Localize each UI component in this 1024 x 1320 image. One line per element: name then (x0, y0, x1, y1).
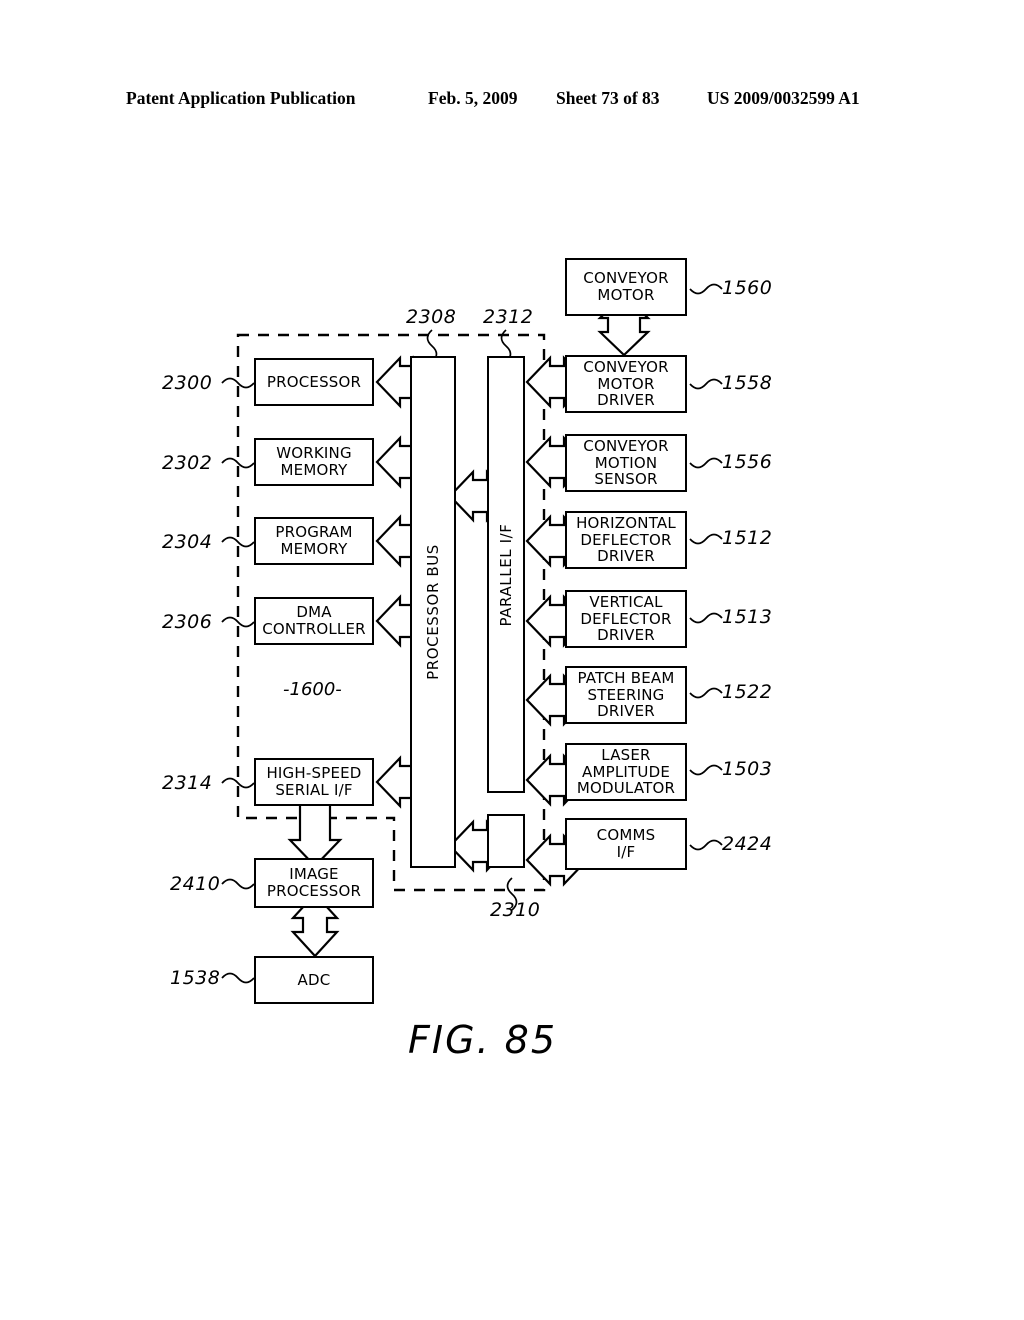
block-vertical-deflector-driver-line-1: DEFLECTOR (580, 609, 672, 628)
block-working-memory-line-1: MEMORY (280, 461, 348, 479)
block-patch-beam-steering-driver-line-2: DRIVER (597, 702, 655, 721)
leader-1558 (689, 378, 723, 390)
block-processor-bus-label: PROCESSOR BUS (424, 544, 442, 680)
block-conveyor-motor-driver-line-2: DRIVER (597, 391, 655, 410)
refnum-2306: 2306 (162, 611, 213, 633)
block-dma-controller-line-0: DMA (296, 603, 332, 622)
refnum-2302: 2302 (162, 452, 213, 474)
refnum-1512: 1512 (722, 527, 773, 549)
refnum-2300: 2300 (162, 372, 213, 394)
block-processor-bus[interactable]: PROCESSOR BUS (410, 356, 456, 868)
block-2310-interface[interactable] (487, 814, 525, 868)
block-program-memory-line-1: MEMORY (280, 540, 348, 558)
block-conveyor-motor-driver-line-1: MOTOR (597, 374, 655, 393)
refnum-2310: 2310 (490, 899, 541, 921)
block-comms-if-line-0: COMMS (596, 826, 656, 845)
block-laser-amplitude-modulator-line-2: MODULATOR (576, 779, 676, 798)
leader-1556 (689, 457, 723, 469)
block-dma-controller-line-1: CONTROLLER (262, 620, 366, 638)
block-adc[interactable]: ADC (254, 956, 374, 1004)
block-horizontal-deflector-driver-line-0: HORIZONTAL (576, 513, 676, 532)
refnum-1522: 1522 (722, 681, 773, 703)
leader-1522 (689, 687, 723, 699)
block-laser-amplitude-modulator-line-1: AMPLITUDE (582, 762, 670, 781)
block-comms-if[interactable]: COMMS I/F (565, 818, 687, 870)
block-conveyor-motor-line-0: CONVEYOR (583, 269, 669, 288)
block-vertical-deflector-driver-line-0: VERTICAL (589, 592, 663, 611)
block-vertical-deflector-driver-line-2: DRIVER (597, 626, 655, 645)
block-conveyor-motion-sensor-line-2: SENSOR (594, 470, 658, 489)
block-high-speed-serial-if-line-1: SERIAL I/F (275, 781, 353, 799)
block-patch-beam-steering-driver[interactable]: PATCH BEAM STEERING DRIVER (565, 666, 687, 724)
refnum-2424: 2424 (722, 833, 773, 855)
block-program-memory-line-0: PROGRAM (275, 523, 353, 542)
block-working-memory-line-0: WORKING (276, 444, 352, 463)
block-horizontal-deflector-driver-line-2: DRIVER (597, 547, 655, 566)
leader-1503 (689, 764, 723, 776)
leader-2304 (221, 536, 255, 548)
figure-85-diagram: .dash { fill:none; stroke:#000; stroke-w… (0, 0, 1024, 1320)
block-processor-line-0: PROCESSOR (266, 372, 362, 391)
block-conveyor-motion-sensor-line-1: MOTION (594, 453, 658, 472)
block-conveyor-motor[interactable]: CONVEYOR MOTOR (565, 258, 687, 316)
block-dma-controller[interactable]: DMA CONTROLLER (254, 597, 374, 645)
block-parallel-if-label: PARALLEL I/F (497, 522, 515, 627)
block-adc-line-0: ADC (297, 970, 331, 989)
leader-1560 (689, 283, 723, 295)
leader-1513 (689, 612, 723, 624)
block-image-processor-line-1: PROCESSOR (266, 882, 362, 900)
block-high-speed-serial-if-line-0: HIGH-SPEED (266, 764, 362, 783)
block-image-processor[interactable]: IMAGE PROCESSOR (254, 858, 374, 908)
block-conveyor-motor-driver[interactable]: CONVEYOR MOTOR DRIVER (565, 355, 687, 413)
block-horizontal-deflector-driver[interactable]: HORIZONTAL DEFLECTOR DRIVER (565, 511, 687, 569)
block-laser-amplitude-modulator-line-0: LASER (601, 745, 651, 764)
refnum-1513: 1513 (722, 606, 773, 628)
leader-2410 (221, 878, 255, 890)
inner-label-1600: -1600- (283, 679, 342, 700)
block-conveyor-motor-line-1: MOTOR (597, 286, 655, 304)
refnum-1558: 1558 (722, 372, 773, 394)
block-processor[interactable]: PROCESSOR (254, 358, 374, 406)
block-horizontal-deflector-driver-line-1: DEFLECTOR (580, 530, 672, 549)
block-high-speed-serial-if[interactable]: HIGH-SPEED SERIAL I/F (254, 758, 374, 806)
leader-1512 (689, 533, 723, 545)
refnum-2312: 2312 (483, 306, 534, 328)
refnum-1560: 1560 (722, 277, 773, 299)
refnum-1503: 1503 (722, 758, 773, 780)
block-patch-beam-steering-driver-line-1: STEERING (587, 685, 665, 704)
figure-caption: FIG. 85 (408, 1018, 558, 1062)
block-comms-if-line-1: I/F (616, 843, 636, 861)
block-conveyor-motion-sensor[interactable]: CONVEYOR MOTION SENSOR (565, 434, 687, 492)
refnum-1556: 1556 (722, 451, 773, 473)
block-image-processor-line-0: IMAGE (289, 865, 339, 884)
refnum-2410: 2410 (170, 873, 221, 895)
refnum-2304: 2304 (162, 531, 213, 553)
block-patch-beam-steering-driver-line-0: PATCH BEAM (577, 668, 675, 687)
block-program-memory[interactable]: PROGRAM MEMORY (254, 517, 374, 565)
refnum-2308: 2308 (406, 306, 457, 328)
block-vertical-deflector-driver[interactable]: VERTICAL DEFLECTOR DRIVER (565, 590, 687, 648)
leader-1538 (221, 972, 255, 984)
leader-2306 (221, 616, 255, 628)
leader-2424 (689, 839, 723, 851)
block-conveyor-motor-driver-line-0: CONVEYOR (583, 357, 669, 376)
block-parallel-if[interactable]: PARALLEL I/F (487, 356, 525, 793)
refnum-1538: 1538 (170, 967, 221, 989)
refnum-2314: 2314 (162, 772, 213, 794)
block-laser-amplitude-modulator[interactable]: LASER AMPLITUDE MODULATOR (565, 743, 687, 801)
block-conveyor-motion-sensor-line-0: CONVEYOR (583, 436, 669, 455)
block-working-memory[interactable]: WORKING MEMORY (254, 438, 374, 486)
